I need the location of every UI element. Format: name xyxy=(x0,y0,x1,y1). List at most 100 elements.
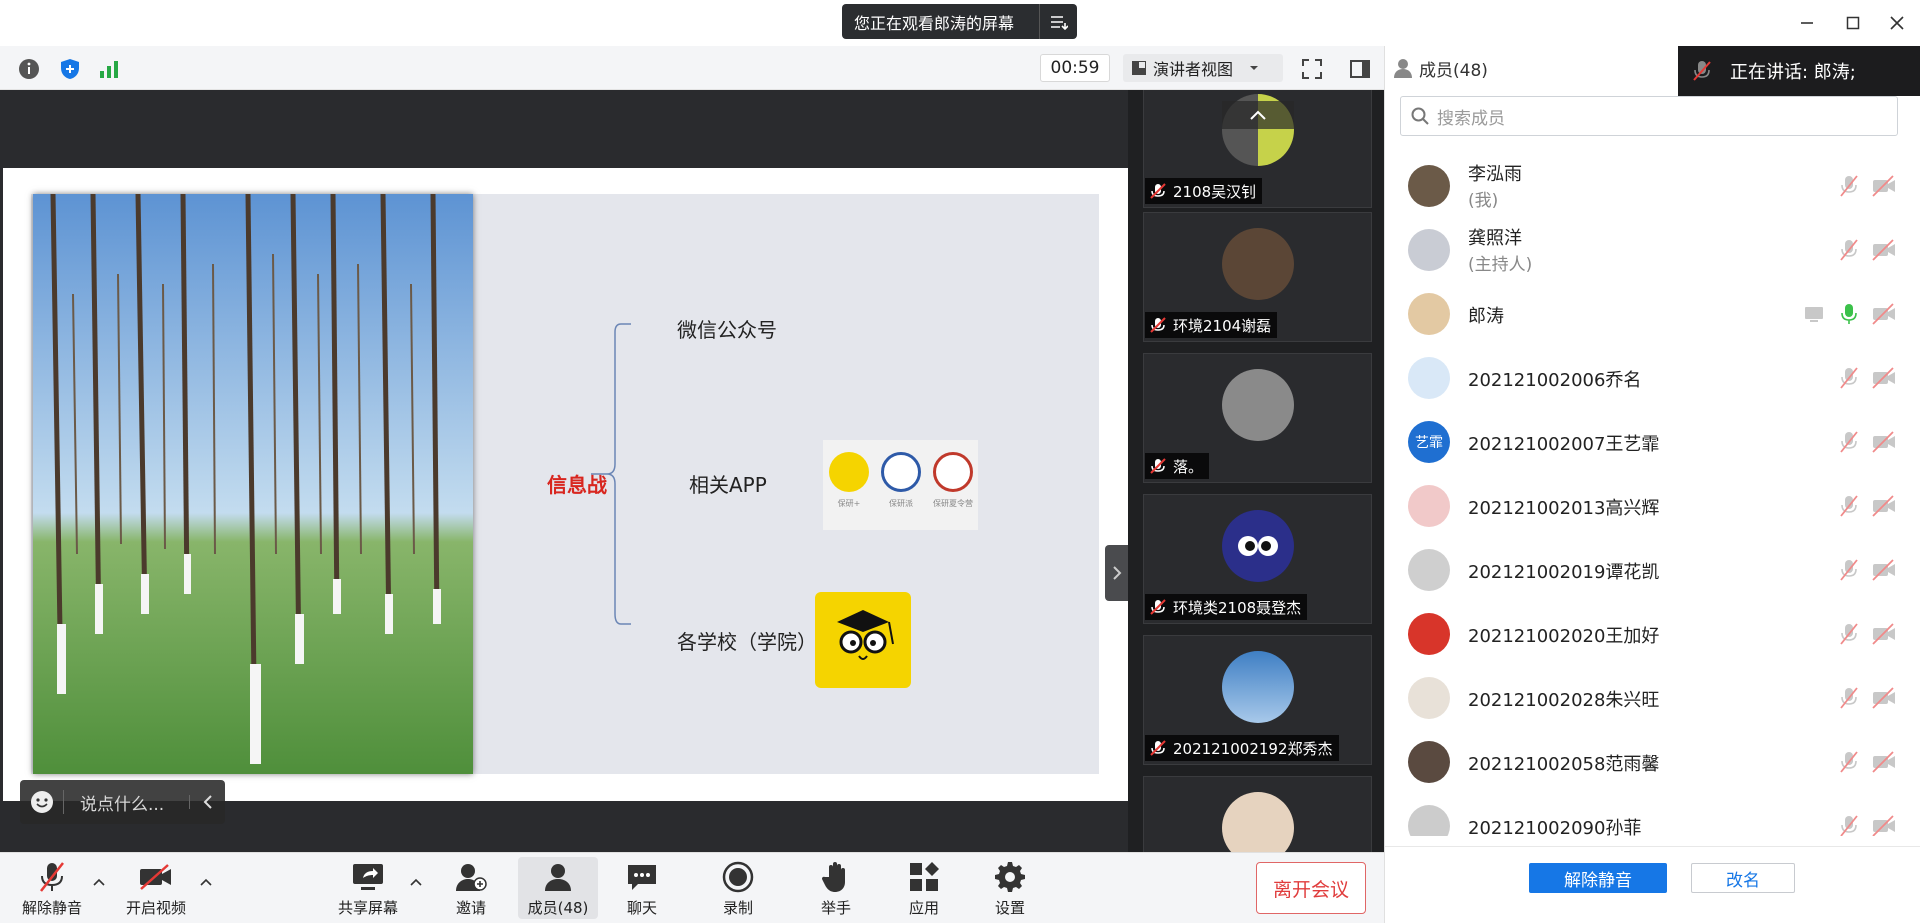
leave-meeting-button[interactable]: 离开会议 xyxy=(1256,862,1366,914)
avatar xyxy=(1408,805,1450,836)
thumbnail-tile[interactable] xyxy=(1143,776,1372,852)
thumbnail-tile[interactable]: 环境类2108聂登杰 xyxy=(1143,494,1372,624)
start-video-button[interactable]: 开启视频 xyxy=(116,857,196,919)
mic-muted-icon[interactable] xyxy=(1838,174,1860,198)
unmute-button[interactable]: 解除静音 xyxy=(12,857,92,919)
list-item[interactable]: 龚照洋 (主持人) xyxy=(1385,218,1920,282)
presentation-slide: 信息战 微信公众号 相关APP 各学校（学院）官网 保研+ 保研派 保研夏令营 xyxy=(3,168,1128,824)
member-name: 202121002020王加好 xyxy=(1468,626,1660,647)
list-item[interactable]: 202121002058范雨馨 xyxy=(1385,730,1920,794)
record-button[interactable]: 录制 xyxy=(698,857,778,919)
members-label: 成员(48) xyxy=(527,899,589,917)
unmute-label: 解除静音 xyxy=(21,899,82,917)
chevron-up-icon[interactable] xyxy=(199,875,213,889)
chat-quick-input[interactable]: 说点什么... xyxy=(20,780,225,824)
shield-icon[interactable] xyxy=(58,57,82,81)
member-name: 202121002028朱兴旺 xyxy=(1468,690,1660,711)
mic-muted-icon[interactable] xyxy=(1838,622,1860,646)
collapse-thumbnails-handle[interactable] xyxy=(1105,545,1129,601)
thumbnail-tile[interactable]: 202121002192郑秀杰 xyxy=(1143,635,1372,765)
camera-off-icon[interactable] xyxy=(1871,814,1897,836)
chevron-up-icon[interactable] xyxy=(92,875,106,889)
list-item[interactable]: 202121002006乔名 xyxy=(1385,346,1920,410)
apps-button[interactable]: 应用 xyxy=(884,857,964,919)
thumbnail-tile[interactable]: 落。 xyxy=(1143,353,1372,483)
search-icon xyxy=(1411,107,1429,125)
graduation-cap-logo-icon xyxy=(881,452,921,492)
close-icon[interactable] xyxy=(1882,10,1912,36)
camera-off-icon[interactable] xyxy=(1871,494,1897,518)
mic-muted-icon[interactable] xyxy=(1838,430,1860,454)
thumbnail-tile[interactable]: 2108吴汉钊 xyxy=(1143,90,1372,208)
unmute-self-button[interactable]: 解除静音 xyxy=(1529,863,1667,893)
member-name: 龚照洋 xyxy=(1468,228,1522,249)
settings-button[interactable]: 设置 xyxy=(970,857,1050,919)
speaking-indicator: 正在讲话: 郎涛; xyxy=(1678,46,1920,96)
mic-muted-icon[interactable] xyxy=(1838,494,1860,518)
list-item[interactable]: 202121002020王加好 xyxy=(1385,602,1920,666)
camera-off-icon[interactable] xyxy=(1871,558,1897,582)
fullscreen-icon[interactable] xyxy=(1300,57,1324,81)
view-mode-dropdown[interactable]: 演讲者视图 xyxy=(1123,54,1283,82)
speaking-text: 正在讲话: 郎涛; xyxy=(1730,62,1856,83)
mic-muted-icon[interactable] xyxy=(1838,366,1860,390)
invite-button[interactable]: 邀请 xyxy=(431,857,511,919)
emoji-icon[interactable] xyxy=(20,790,64,814)
menu-lines-icon[interactable] xyxy=(1039,4,1077,39)
maximize-icon[interactable] xyxy=(1838,10,1868,36)
list-item[interactable]: 李泓雨 (我) xyxy=(1385,154,1920,218)
mic-muted-icon[interactable] xyxy=(1838,814,1860,836)
camera-off-icon[interactable] xyxy=(1871,686,1897,710)
mic-muted-icon[interactable] xyxy=(1838,750,1860,774)
avatar xyxy=(1408,485,1450,527)
member-role: (主持人) xyxy=(1468,255,1533,275)
camera-off-icon[interactable] xyxy=(1871,750,1897,774)
chevron-up-icon[interactable] xyxy=(1222,101,1294,129)
chat-placeholder: 说点什么... xyxy=(80,794,165,815)
rename-button[interactable]: 改名 xyxy=(1691,863,1795,893)
signal-icon[interactable] xyxy=(97,57,121,81)
info-icon[interactable] xyxy=(17,57,41,81)
avatar xyxy=(1222,792,1294,852)
minimize-icon[interactable] xyxy=(1792,10,1822,36)
list-item[interactable]: 202121002019谭花凯 xyxy=(1385,538,1920,602)
bottom-toolbar: 解除静音 开启视频 共享屏幕 邀请 成员(48) 聊天 录制 举手 应用 设置 … xyxy=(0,852,1384,923)
avatar xyxy=(1222,228,1294,300)
camera-off-icon[interactable] xyxy=(1871,622,1897,646)
thumbnail-name: 环境2104谢磊 xyxy=(1145,312,1278,338)
camera-off-icon[interactable] xyxy=(1871,302,1897,326)
members-panel: 成员(48) 搜索成员 李泓雨 (我) 龚照洋 (主持人) 郎涛 2021210… xyxy=(1384,46,1920,923)
avatar xyxy=(1222,369,1294,441)
list-item[interactable]: 202121002013高兴辉 xyxy=(1385,474,1920,538)
raise-hand-button[interactable]: 举手 xyxy=(796,857,876,919)
mic-on-icon[interactable] xyxy=(1838,302,1860,326)
mic-muted-icon[interactable] xyxy=(1838,238,1860,262)
camera-off-icon[interactable] xyxy=(1871,366,1897,390)
screen-share-icon xyxy=(1805,307,1823,322)
members-button[interactable]: 成员(48) xyxy=(518,857,598,919)
mic-muted-icon[interactable] xyxy=(1838,686,1860,710)
avatar: 艺霏 xyxy=(1408,421,1450,463)
share-banner-text: 您正在观看郎涛的屏幕 xyxy=(854,13,1015,33)
hand-icon xyxy=(818,859,854,895)
chevron-up-icon[interactable] xyxy=(409,875,423,889)
member-name: 202121002090孙菲 xyxy=(1468,818,1642,836)
thumbnail-tile[interactable]: 环境2104谢磊 xyxy=(1143,212,1372,342)
mic-muted-icon[interactable] xyxy=(1838,558,1860,582)
mindmap-branch-app: 相关APP xyxy=(689,473,767,497)
share-screen-button[interactable]: 共享屏幕 xyxy=(328,857,408,919)
list-item[interactable]: 202121002090孙菲 xyxy=(1385,794,1920,836)
camera-off-icon[interactable] xyxy=(1871,174,1897,198)
mic-muted-icon xyxy=(1693,61,1711,81)
mic-muted-icon xyxy=(1150,599,1166,615)
logo-label: 保研派 xyxy=(889,499,913,508)
sidebar-toggle-icon[interactable] xyxy=(1348,57,1372,81)
list-item[interactable]: 艺霏 202121002007王艺霏 xyxy=(1385,410,1920,474)
list-item[interactable]: 郎涛 xyxy=(1385,282,1920,346)
member-search-input[interactable]: 搜索成员 xyxy=(1400,96,1898,136)
camera-off-icon[interactable] xyxy=(1871,430,1897,454)
chat-button[interactable]: 聊天 xyxy=(602,857,682,919)
list-item[interactable]: 202121002028朱兴旺 xyxy=(1385,666,1920,730)
camera-off-icon[interactable] xyxy=(1871,238,1897,262)
chevron-left-icon[interactable] xyxy=(189,795,225,809)
